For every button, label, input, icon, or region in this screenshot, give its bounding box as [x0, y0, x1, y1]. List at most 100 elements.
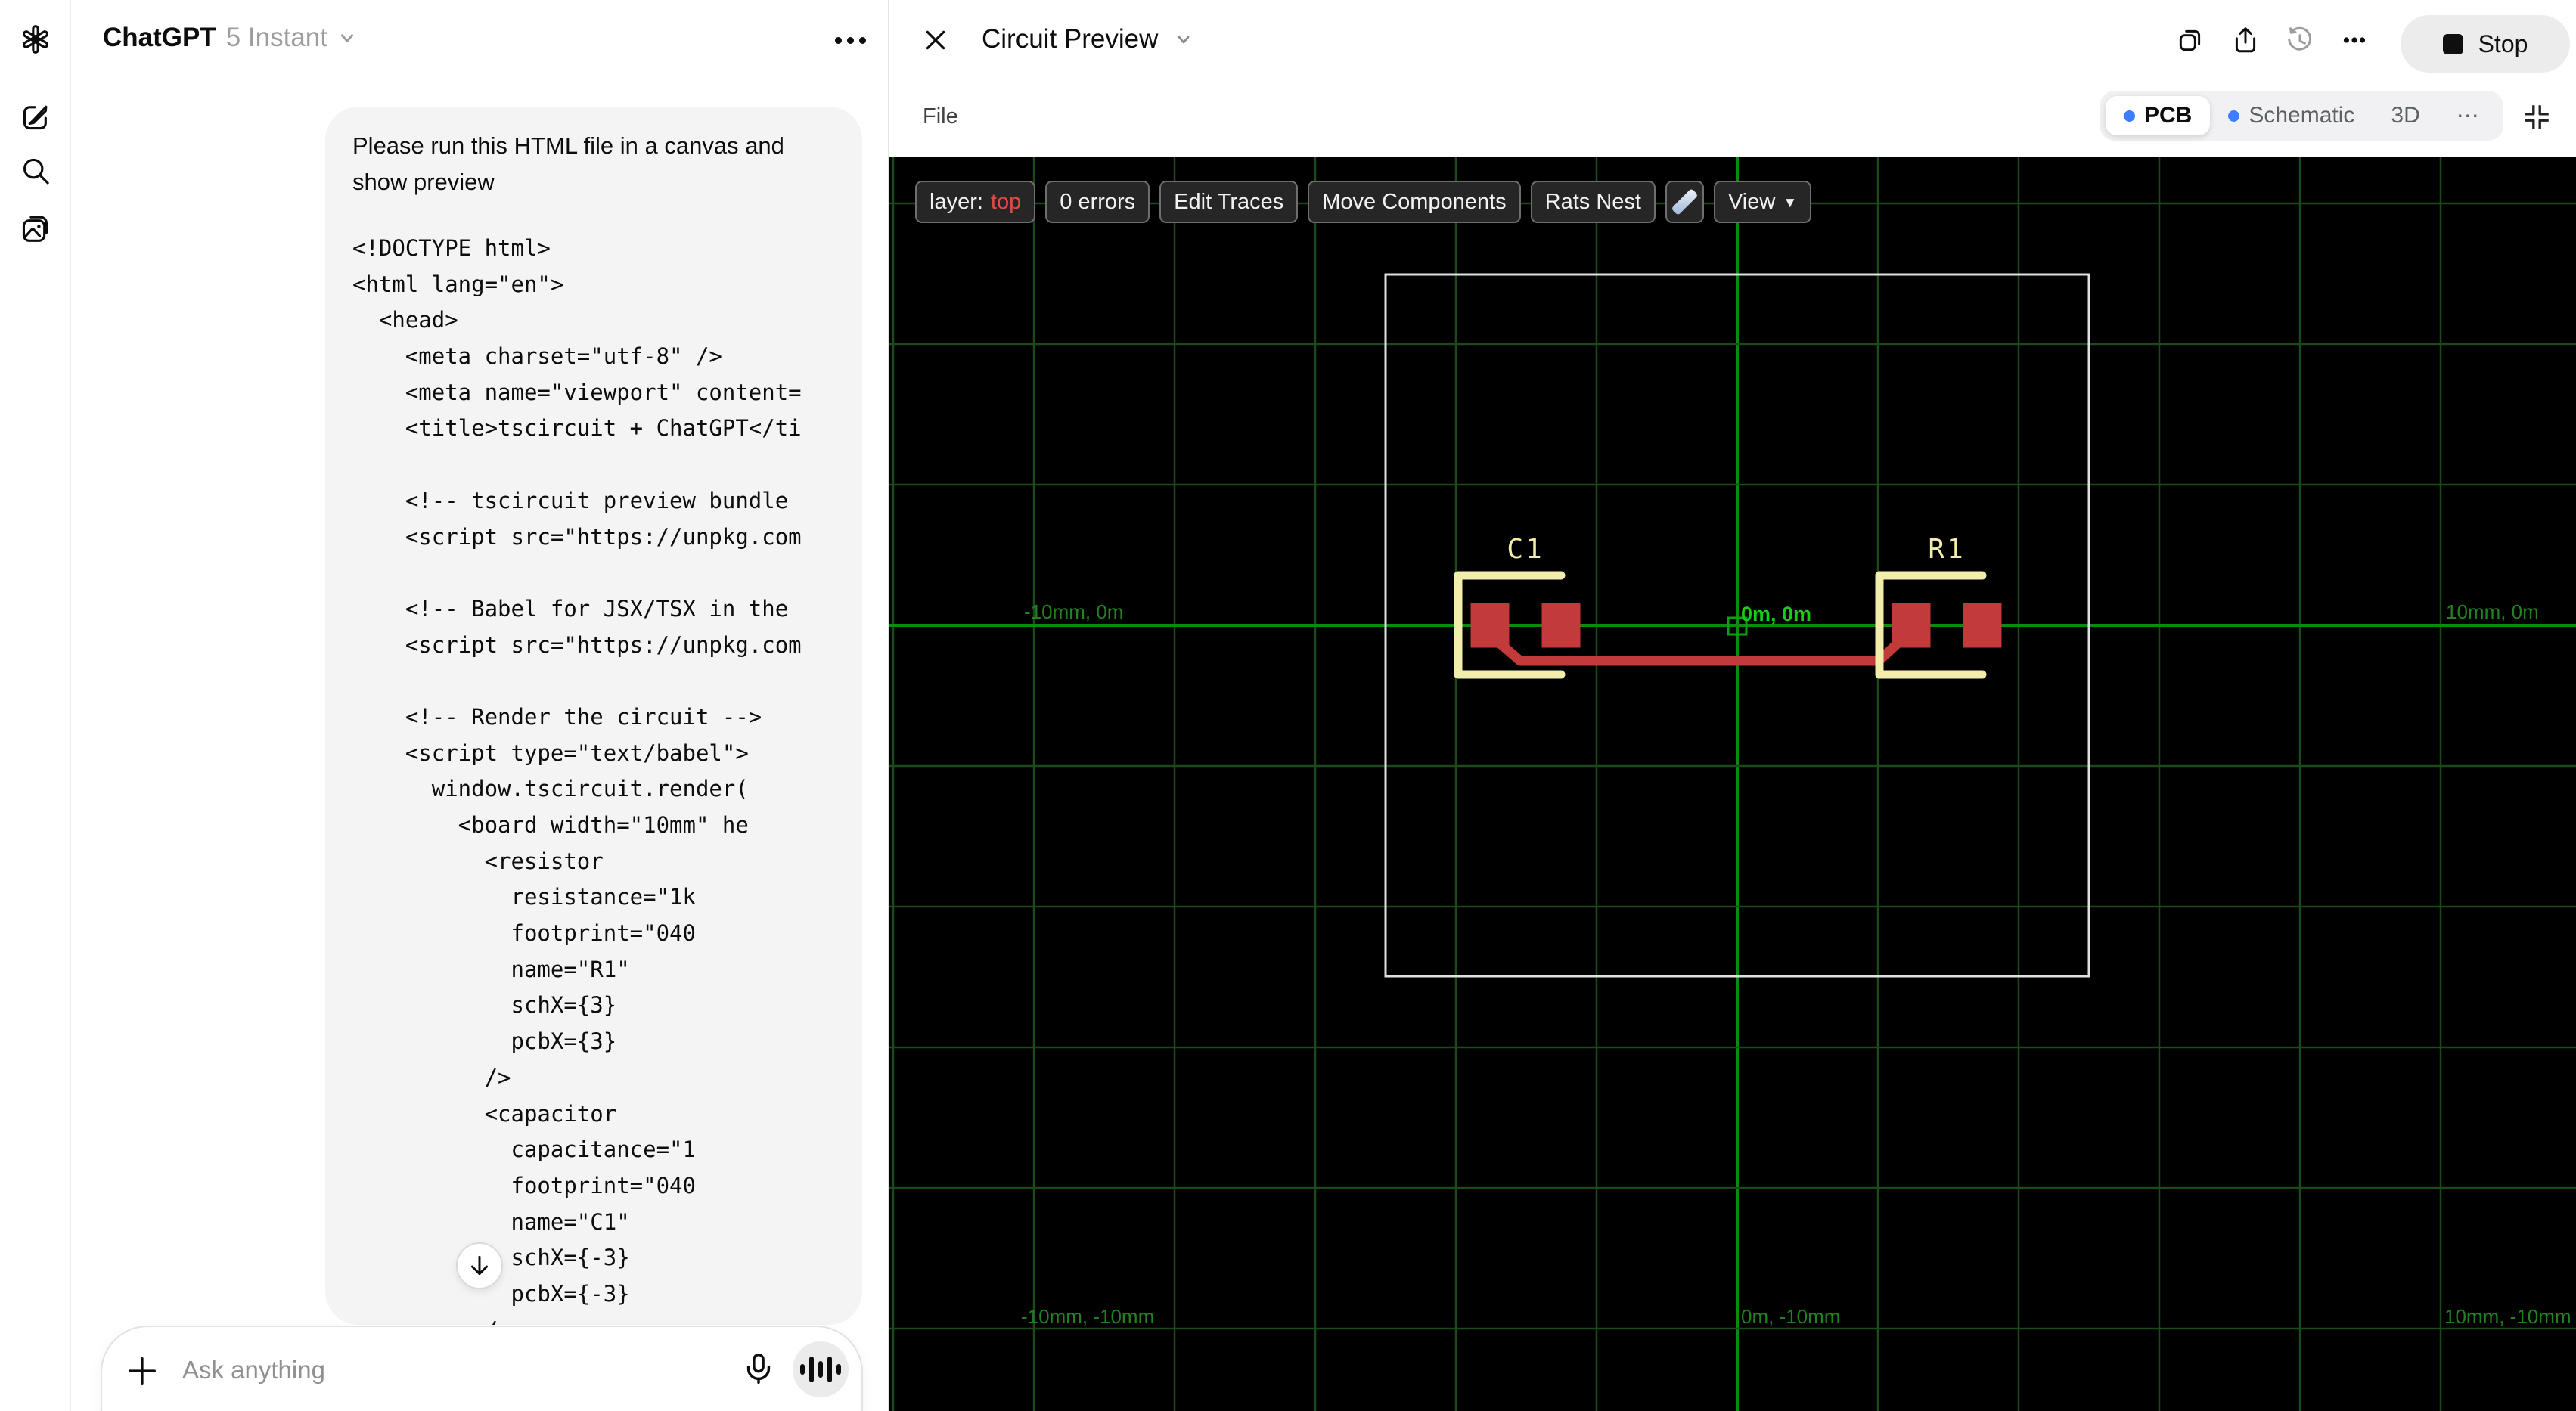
canvas-title-dropdown[interactable]: Circuit Preview [982, 24, 1193, 54]
tab-pcb[interactable]: PCB [2106, 96, 2211, 135]
pcb-pad-c1[interactable] [1470, 603, 1510, 648]
component-label-r1[interactable]: R1 [1928, 534, 1965, 565]
pcb-pad-r1[interactable] [1963, 603, 2002, 648]
chevron-down-icon [340, 34, 354, 42]
arrow-down-icon [470, 1255, 489, 1276]
code-line: /> [352, 1064, 511, 1090]
waveform-icon [800, 1364, 805, 1375]
code-line: <!DOCTYPE html> [352, 235, 551, 261]
pcb-pad-r1[interactable] [1892, 603, 1931, 648]
code-line: <capacitor [352, 1100, 617, 1127]
stop-button[interactable]: Stop [2401, 15, 2570, 73]
canvas-panel: Circuit Preview Stop File PCB Schematic … [888, 0, 2576, 1411]
plus-icon [129, 1357, 156, 1385]
app-root: ChatGPT 5 Instant Please run this HTML f… [0, 0, 2576, 1411]
code-line: <meta name="viewport" content= [352, 379, 802, 405]
copy-icon [2179, 29, 2201, 51]
code-line: schX={-3} [511, 1245, 630, 1271]
microphone-icon [746, 1353, 771, 1385]
canvas-title: Circuit Preview [982, 24, 1159, 54]
toolbar-edit-traces[interactable]: Edit Traces [1159, 181, 1299, 223]
model-name: 5 Instant [225, 23, 327, 52]
tab-label: 3D [2391, 103, 2420, 128]
coordinate-label: 0m, 0m [1741, 603, 1811, 625]
tab-schematic[interactable]: Schematic [2210, 96, 2373, 135]
toolbar-rats-nest[interactable]: Rats Nest [1530, 181, 1656, 223]
stop-square-icon [2442, 33, 2463, 54]
tab-status-dot-icon [2228, 110, 2240, 122]
code-line: schX={3} [352, 992, 617, 1019]
conversation-options-button[interactable] [830, 27, 870, 53]
new-chat-button[interactable] [19, 100, 52, 133]
code-line: <html lang="en"> [352, 271, 564, 297]
scroll-to-bottom-button[interactable] [456, 1242, 503, 1289]
component-label-c1[interactable]: C1 [1507, 534, 1544, 565]
caret-down-icon: ▼ [1783, 195, 1798, 211]
pcb-canvas[interactable]: C1 R1 -10mm, 0m 0m, 0m 10mm, 0m -10mm, -10mm 0… [889, 157, 2576, 1411]
share-button[interactable] [2230, 25, 2261, 55]
code-line: <script src="https://unpkg.com [352, 523, 802, 550]
user-message-bubble: Please run this HTML file in a canvas an… [325, 107, 862, 1325]
code-line: footprint="040 [352, 1172, 696, 1199]
coordinate-label: -10mm, -10mm [1021, 1305, 1154, 1328]
active-layer-value: top [990, 189, 1022, 214]
share-icon [2235, 27, 2256, 53]
coordinate-label: 10mm, 0m [2446, 600, 2539, 623]
file-menu[interactable]: File [923, 104, 958, 129]
code-line: <!-- tscircuit preview bundle [352, 487, 789, 513]
voice-mode-button[interactable] [793, 1341, 849, 1397]
toolbar-label: layer: [930, 189, 983, 214]
code-line: capacitance="1 [352, 1137, 696, 1163]
pencil-icon [1671, 188, 1699, 216]
search-button[interactable] [19, 155, 52, 188]
tab-status-dot-icon [2124, 110, 2135, 122]
coordinate-label: 0m, -10mm [1741, 1305, 1840, 1328]
dictate-button[interactable] [742, 1352, 775, 1389]
composer[interactable] [101, 1326, 863, 1411]
toolbar-label: View [1727, 189, 1776, 214]
code-line: <!-- Babel for JSX/TSX in the [352, 595, 789, 622]
code-line: <resistor [352, 848, 604, 874]
openai-logo-icon [19, 23, 52, 56]
close-icon [926, 30, 945, 50]
history-icon [2288, 26, 2312, 51]
code-line: name="R1" [352, 956, 630, 982]
tab-label: PCB [2144, 103, 2193, 128]
chat-input[interactable] [182, 1351, 666, 1389]
toolbar-layer-[interactable]: layer: top [915, 181, 1036, 223]
view-tabs: PCB Schematic 3D ⋯ [2100, 91, 2503, 141]
chat-model-selector[interactable]: ChatGPT 5 Instant [103, 23, 357, 53]
app-title: ChatGPT [103, 23, 216, 52]
code-line: <script type="text/babel"> [352, 740, 749, 766]
tab-[interactable]: ⋯ [2438, 96, 2497, 135]
code-line: pcbX={-3} [352, 1280, 630, 1307]
chevron-down-icon [1178, 36, 1190, 44]
ellipsis-icon [2343, 37, 2366, 43]
close-canvas-button[interactable] [921, 26, 950, 54]
canvas-options-button[interactable] [2339, 25, 2370, 55]
toolbar-view[interactable]: View ▼ [1713, 181, 1812, 223]
tab-label: Schematic [2249, 103, 2355, 128]
code-line: <title>tscircuit + ChatGPT</ti [352, 415, 802, 442]
coordinate-label: 10mm, -10mm [2444, 1305, 2571, 1328]
stop-label: Stop [2478, 29, 2528, 57]
copy-button[interactable] [2175, 25, 2205, 55]
toolbar-label: Move Components [1322, 189, 1507, 214]
library-button[interactable] [19, 210, 52, 243]
pcb-pad-c1[interactable] [1541, 603, 1581, 648]
code-line: name="C1" [352, 1208, 630, 1235]
toolbar-edit-button[interactable] [1665, 181, 1704, 223]
sidebar [0, 0, 71, 1411]
collapse-canvas-button[interactable] [2520, 101, 2553, 134]
toolbar-move-components[interactable]: Move Components [1308, 181, 1521, 223]
attach-button[interactable] [126, 1355, 158, 1391]
history-button[interactable] [2285, 25, 2315, 55]
compress-icon [2525, 105, 2549, 129]
tab-3d[interactable]: 3D [2373, 96, 2438, 135]
ellipsis-icon [834, 36, 842, 44]
toolbar-0-errors[interactable]: 0 errors [1045, 181, 1150, 223]
toolbar-label: Edit Traces [1174, 189, 1284, 214]
code-line: <board width="10mm" he [352, 812, 749, 838]
